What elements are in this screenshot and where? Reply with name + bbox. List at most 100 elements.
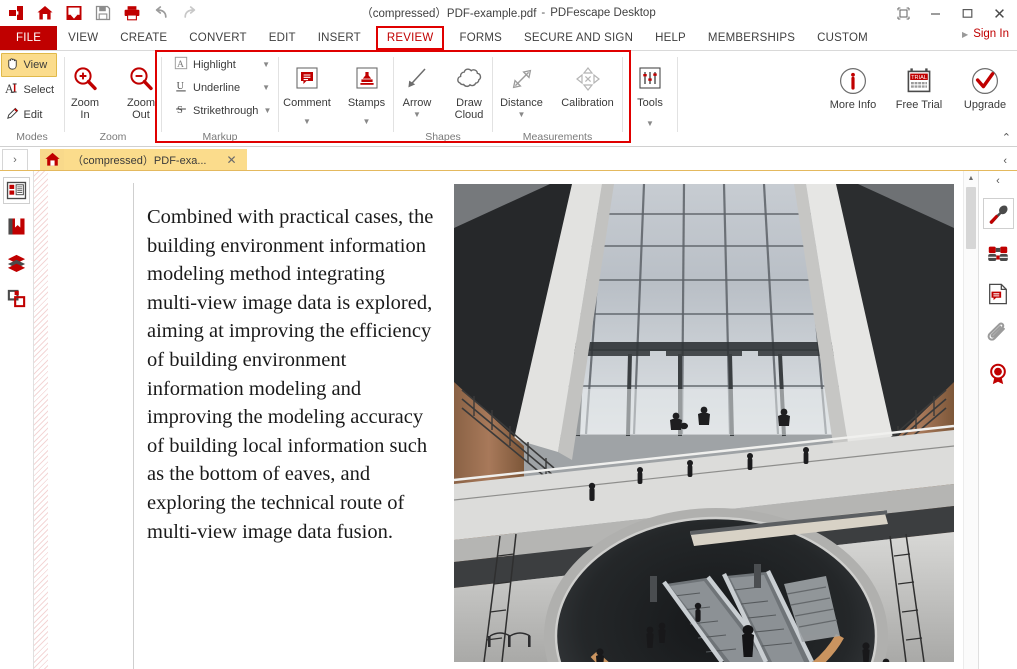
chevron-down-icon-2[interactable]: ▼ [262,83,270,92]
close-icon[interactable]: ✕ [222,153,240,167]
comment-icon [291,62,323,96]
close-icon[interactable] [983,1,1015,25]
menu-item-create[interactable]: CREATE [109,26,178,50]
zoom-out-button[interactable]: Zoom Out [115,57,167,122]
save-icon[interactable] [93,3,113,23]
attachments-paperclip-icon[interactable] [983,318,1014,349]
document-scrollbar[interactable]: ▲ [963,171,978,669]
calibration-button[interactable]: Calibration [553,57,623,110]
stamps-caret-icon[interactable]: ▼ [363,118,371,126]
export-icon[interactable] [6,3,26,23]
svg-text:A: A [5,82,14,96]
print-icon[interactable] [122,3,142,23]
zoom-out-icon [126,62,156,96]
arrow-button[interactable]: Arrow ▼ [392,57,442,120]
comment-caret-icon[interactable]: ▼ [303,118,311,126]
highlight-icon: A [174,56,188,73]
underline-icon: U [174,79,188,96]
mode-button-select[interactable]: A Select [1,78,57,102]
signature-seal-icon[interactable] [983,358,1014,389]
menu-item-review[interactable]: REVIEW [376,26,445,50]
arrow-caret-icon[interactable]: ▼ [413,111,421,119]
draw-cloud-button[interactable]: Draw Cloud [444,57,494,122]
distance-caret-icon[interactable]: ▼ [518,111,526,119]
markup-button-strikethrough[interactable]: S Strikethrough ▼ [171,99,273,122]
markup-button-underline[interactable]: U Underline ▼ [171,76,273,99]
tools-label: Tools [637,97,663,109]
undo-icon[interactable] [151,3,171,23]
scroll-up-button[interactable]: ▲ [964,171,978,185]
mode-label-select: Select [24,84,55,96]
upgrade-button[interactable]: Upgrade [953,59,1017,112]
calibration-icon [573,62,603,96]
sign-in-button[interactable]: ▶ Sign In [962,28,1009,40]
group-label-modes: Modes [0,131,64,143]
free-trial-button[interactable]: TRIAL Free Trial [887,59,951,112]
right-panel-collapse-icon[interactable]: ‹ [979,174,1017,189]
tools-wrench-icon[interactable] [983,198,1014,229]
ribbon-group-tools: Tools ▼ [623,51,677,146]
crop-icon[interactable] [3,285,30,312]
free-trial-label: Free Trial [896,99,942,111]
menu-bar: FILE VIEW CREATE CONVERT EDIT INSERT REV… [0,26,1017,51]
bookmarks-icon[interactable] [3,213,30,240]
import-icon[interactable] [64,3,84,23]
menu-item-memberships[interactable]: MEMBERSHIPS [697,26,806,50]
comments-page-icon[interactable] [983,278,1014,309]
ribbon-divider-7 [677,57,678,132]
distance-button[interactable]: Distance ▼ [493,57,551,120]
maximize-icon[interactable] [951,1,983,25]
pdf-page[interactable]: Combined with practical cases, the build… [48,171,978,669]
menu-item-edit[interactable]: EDIT [258,26,307,50]
check-circle-icon [968,64,1002,98]
tools-button[interactable]: Tools ▼ [625,57,675,129]
page-edge-hatch [34,171,48,669]
document-tab-strip: › （compressed）PDF-exa... ✕ ‹ [0,147,1017,171]
restore-layout-icon[interactable] [887,1,919,25]
menu-item-forms[interactable]: FORMS [448,26,513,50]
menu-item-file[interactable]: FILE [0,26,57,50]
menu-item-custom[interactable]: CUSTOM [806,26,879,50]
menu-item-secure-and-sign[interactable]: SECURE AND SIGN [513,26,644,50]
redo-icon[interactable] [180,3,200,23]
scrollbar-thumb[interactable] [966,187,976,249]
markup-button-highlight[interactable]: A Highlight ▼ [171,53,273,76]
home-icon[interactable] [35,3,55,23]
more-info-button[interactable]: More Info [821,59,885,112]
mode-label-view: View [24,59,48,71]
window-title-app: PDFescape Desktop [550,7,655,19]
page-thumbnails-icon[interactable] [3,177,30,204]
chevron-down-icon-3[interactable]: ▼ [263,106,271,115]
chevron-right-icon: ▶ [962,30,968,39]
tools-caret-icon[interactable]: ▼ [646,120,654,128]
menu-item-insert[interactable]: INSERT [307,26,372,50]
arrow-label: Arrow [403,97,432,109]
mode-button-edit[interactable]: Edit [1,103,57,127]
layers-icon[interactable] [3,249,30,276]
strikethrough-icon: S [174,102,188,119]
menu-item-view[interactable]: VIEW [57,26,109,50]
zoom-in-button[interactable]: Zoom In [59,57,111,122]
right-sidebar: ‹ [978,171,1017,669]
document-tab[interactable]: （compressed）PDF-exa... ✕ [40,149,247,170]
mode-button-view[interactable]: View [1,53,57,77]
panel-collapse-left-icon[interactable]: ‹ [1003,155,1007,167]
document-image[interactable] [454,184,954,662]
document-viewer[interactable]: Combined with practical cases, the build… [34,171,978,669]
search-binoculars-icon[interactable] [983,238,1014,269]
more-info-label: More Info [830,99,876,111]
tab-scroll-right-button[interactable]: › [2,149,28,170]
chevron-down-icon[interactable]: ▼ [262,60,270,69]
minimize-icon[interactable] [919,1,951,25]
stamps-button[interactable]: Stamps ▼ [340,57,394,127]
zoom-out-label-line1: Zoom [127,97,155,109]
zoom-in-icon [70,62,100,96]
menu-item-help[interactable]: HELP [644,26,697,50]
pdfescape-window: （compressed）PDF-example.pdf - PDFescape … [0,0,1017,642]
svg-text:TRIAL: TRIAL [911,75,927,81]
ribbon-group-comment: Comment ▼ Stamps ▼ [279,51,393,146]
ribbon-collapse-icon[interactable]: ⌃ [1002,131,1011,144]
comment-button[interactable]: Comment ▼ [279,57,336,127]
window-title-document: （compressed）PDF-example.pdf [361,5,536,21]
menu-item-convert[interactable]: CONVERT [178,26,257,50]
